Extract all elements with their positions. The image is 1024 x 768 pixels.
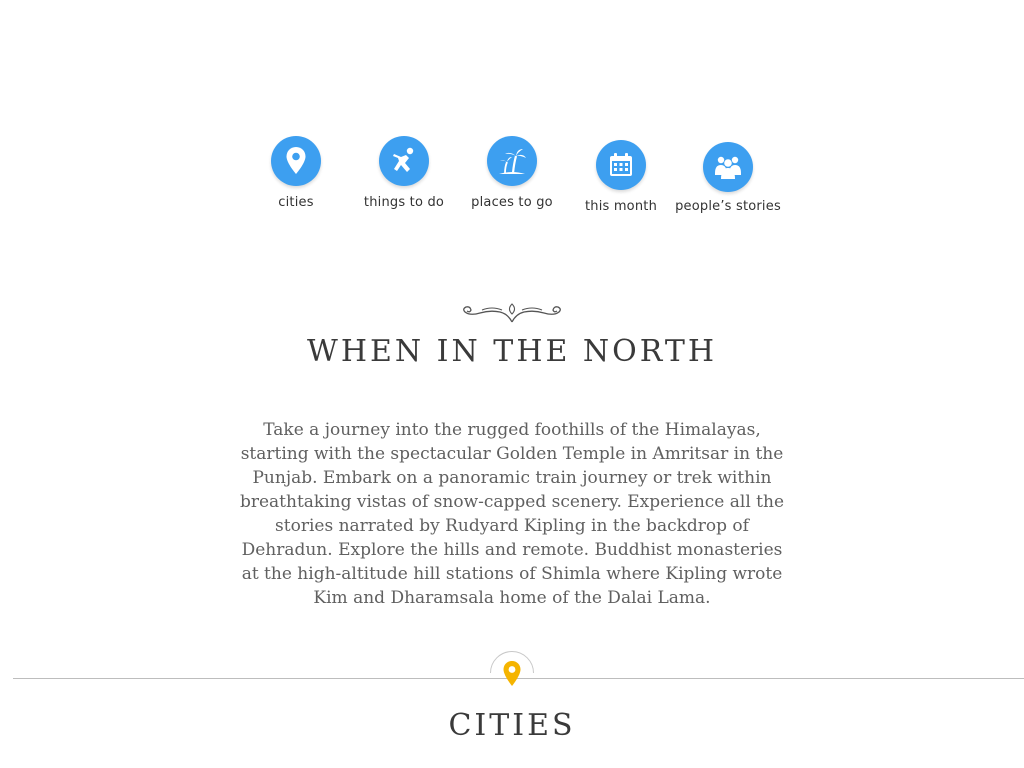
- running-person-icon: [379, 136, 429, 186]
- category-nav: cities things to do places to go this mo…: [250, 136, 790, 216]
- people-group-icon: [703, 142, 753, 192]
- nav-item-label: people’s stories: [675, 199, 781, 214]
- nav-item-this-month[interactable]: this month: [561, 140, 681, 220]
- calendar-icon: [596, 140, 646, 190]
- cities-title: CITIES: [448, 708, 576, 743]
- flourish-ornament: [463, 303, 561, 323]
- section-description: Take a journey into the rugged foothills…: [239, 420, 785, 608]
- nav-item-things-to-do[interactable]: things to do: [344, 136, 464, 216]
- nav-item-places-to-go[interactable]: places to go: [452, 136, 572, 216]
- location-pin-icon: [271, 136, 321, 186]
- section-title: WHEN IN THE NORTH: [306, 334, 717, 369]
- nav-item-cities[interactable]: cities: [236, 136, 356, 216]
- nav-item-peoples-stories[interactable]: people’s stories: [668, 142, 788, 222]
- nav-item-label: things to do: [363, 195, 445, 210]
- palm-trees-icon: [487, 136, 537, 186]
- nav-item-label: places to go: [471, 195, 553, 210]
- nav-item-label: this month: [584, 199, 658, 214]
- nav-item-label: cities: [278, 195, 314, 210]
- location-pin-icon: [503, 661, 521, 686]
